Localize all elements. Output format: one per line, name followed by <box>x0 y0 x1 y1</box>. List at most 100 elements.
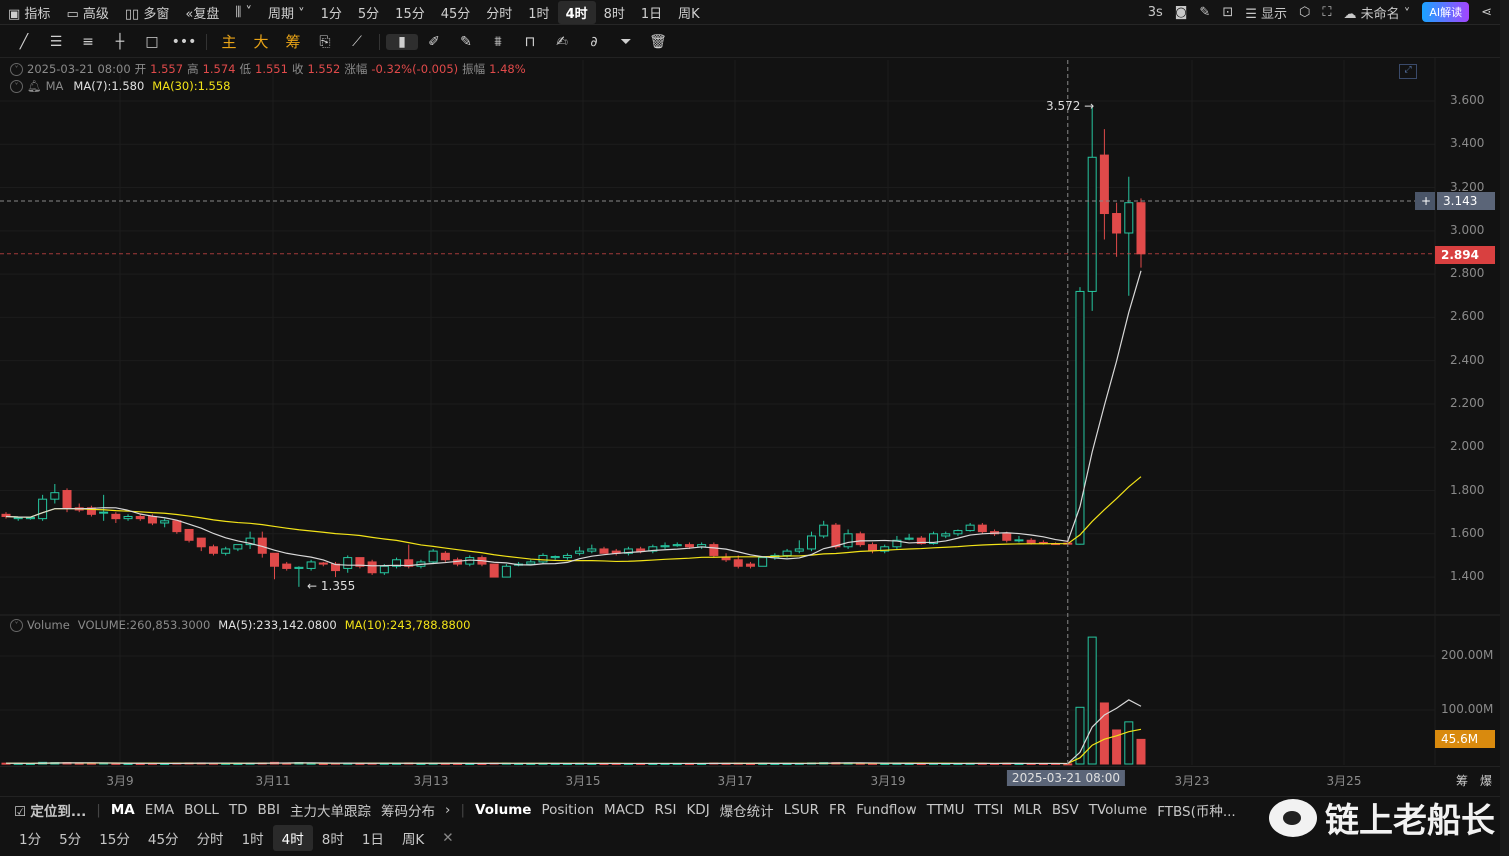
candle-up <box>343 557 353 569</box>
time-axis[interactable]: 2025-03-21 08:00 筹 爆 3月9 3月11 3月13 3月15 3月17… <box>0 766 1500 790</box>
candle-down <box>1026 539 1036 545</box>
divider: | <box>96 801 101 818</box>
bottom-period-1m[interactable]: 1分 <box>10 825 50 851</box>
candle-up <box>99 511 109 514</box>
add-alert-icon[interactable]: + <box>1415 192 1435 210</box>
last-price-label: 2.894 <box>1435 246 1495 264</box>
candle-down <box>636 548 646 552</box>
candle-down <box>184 528 194 541</box>
change-label: 涨幅 <box>344 62 368 76</box>
candle-up <box>501 565 511 578</box>
indicator-position[interactable]: Position <box>541 802 594 818</box>
candle-up <box>758 557 768 567</box>
indicator-mlr[interactable]: MLR <box>1013 802 1042 818</box>
price-tick: 2.800 <box>1450 266 1485 281</box>
candle-up <box>294 566 304 569</box>
candle-up <box>50 492 60 500</box>
bottom-period-1w[interactable]: 周K <box>393 825 433 851</box>
candle-up <box>538 554 548 563</box>
indicator-ttmu[interactable]: TTMU <box>927 802 965 818</box>
ohlc-datetime: 2025-03-21 08:00 <box>27 62 131 76</box>
volume-tick: 200.00M <box>1441 648 1494 662</box>
indicator-ttsi[interactable]: TTSI <box>975 802 1004 818</box>
collapse-icon[interactable]: ˅ <box>10 79 23 93</box>
indicator-bbi[interactable]: BBI <box>258 802 281 818</box>
indicator-tvolume[interactable]: TVolume <box>1089 802 1147 818</box>
collapse-icon[interactable]: ˅ <box>10 62 23 76</box>
candle-down <box>721 557 731 561</box>
indicator-chips[interactable]: 筹码分布 <box>381 800 435 820</box>
bottom-period-15m[interactable]: 15分 <box>90 825 139 851</box>
candle-up <box>587 548 597 552</box>
indicator-macd[interactable]: MACD <box>604 802 644 818</box>
candle-down <box>135 515 145 520</box>
liquidation-toggle[interactable]: 爆 <box>1480 772 1492 789</box>
chips-toggle[interactable]: 筹 <box>1456 772 1468 789</box>
candle-down <box>868 544 878 551</box>
price-chart[interactable] <box>0 0 1500 856</box>
expand-icon[interactable]: ⤢ <box>1399 64 1417 79</box>
price-tick: 2.200 <box>1450 395 1485 410</box>
bell-icon[interactable]: 🔔︎ <box>27 79 42 93</box>
close-icon[interactable]: ✕ <box>433 827 462 849</box>
candle-up <box>38 498 48 520</box>
collapse-icon[interactable]: ˅ <box>10 618 23 632</box>
indicator-bsv[interactable]: BSV <box>1052 802 1079 818</box>
candle-down <box>172 520 182 533</box>
date-tick: 3月15 <box>565 774 601 788</box>
open-value: 1.557 <box>150 62 184 76</box>
indicator-ftbs[interactable]: FTBS(币种... <box>1157 800 1236 820</box>
low-marker: ← 1.355 <box>307 579 356 593</box>
indicator-liquidation[interactable]: 爆仓统计 <box>720 800 774 820</box>
bottom-period-1h[interactable]: 1时 <box>233 825 273 851</box>
candle-up <box>428 550 438 563</box>
candle-up <box>806 535 816 550</box>
bottom-period-1d[interactable]: 1日 <box>353 825 393 851</box>
indicator-main-force[interactable]: 主力大单跟踪 <box>290 800 371 820</box>
indicator-td[interactable]: TD <box>229 802 248 818</box>
candle-up <box>782 550 792 556</box>
crosshair-time-label: 2025-03-21 08:00 <box>1006 770 1126 786</box>
volume-ma10-line <box>5 728 1142 765</box>
indicator-boll[interactable]: BOLL <box>184 802 219 818</box>
volume-tick: 100.00M <box>1441 702 1494 716</box>
high-marker: 3.572 → <box>1046 99 1095 113</box>
ma-label: MA <box>45 79 64 93</box>
candle-up <box>794 548 804 552</box>
candle-up <box>550 556 560 559</box>
candle-down <box>367 561 377 574</box>
price-tick: 3.000 <box>1450 222 1485 237</box>
candle-up <box>13 517 23 520</box>
price-tick: 1.800 <box>1450 482 1485 497</box>
candle-down <box>855 533 865 546</box>
low-value: 1.551 <box>255 62 288 76</box>
candle-up <box>221 548 231 554</box>
low-label: 低 <box>239 62 252 76</box>
weibo-logo-icon <box>1269 798 1317 837</box>
vertical-scrollbar[interactable] <box>1500 0 1509 856</box>
locate-button[interactable]: ☑ 定位到... <box>14 800 86 820</box>
candle-up <box>526 561 536 565</box>
bottom-period-timeshare[interactable]: 分时 <box>188 825 233 851</box>
bottom-period-5m[interactable]: 5分 <box>50 825 90 851</box>
candle-down <box>684 544 694 548</box>
price-tick: 3.600 <box>1450 93 1485 107</box>
watermark: 链上老船长 <box>1269 793 1495 842</box>
amplitude-label: 振幅 <box>462 62 486 76</box>
indicator-fundflow[interactable]: Fundflow <box>856 802 917 818</box>
date-tick: 3月17 <box>717 774 753 788</box>
bottom-period-45m[interactable]: 45分 <box>139 825 188 851</box>
indicator-ema[interactable]: EMA <box>145 802 174 818</box>
indicator-rsi[interactable]: RSI <box>655 802 677 818</box>
volume-bar <box>1136 738 1146 765</box>
ma30-line <box>5 476 1142 563</box>
indicator-lsur[interactable]: LSUR <box>784 802 819 818</box>
indicator-fr[interactable]: FR <box>829 802 846 818</box>
bottom-period-4h[interactable]: 4时 <box>272 825 313 851</box>
chevron-right-icon[interactable]: › <box>445 802 450 818</box>
indicator-volume[interactable]: Volume <box>475 802 531 818</box>
candle-down <box>745 563 755 567</box>
indicator-kdj[interactable]: KDJ <box>686 802 709 818</box>
bottom-period-8h[interactable]: 8时 <box>313 825 353 851</box>
indicator-ma[interactable]: MA <box>111 802 135 818</box>
